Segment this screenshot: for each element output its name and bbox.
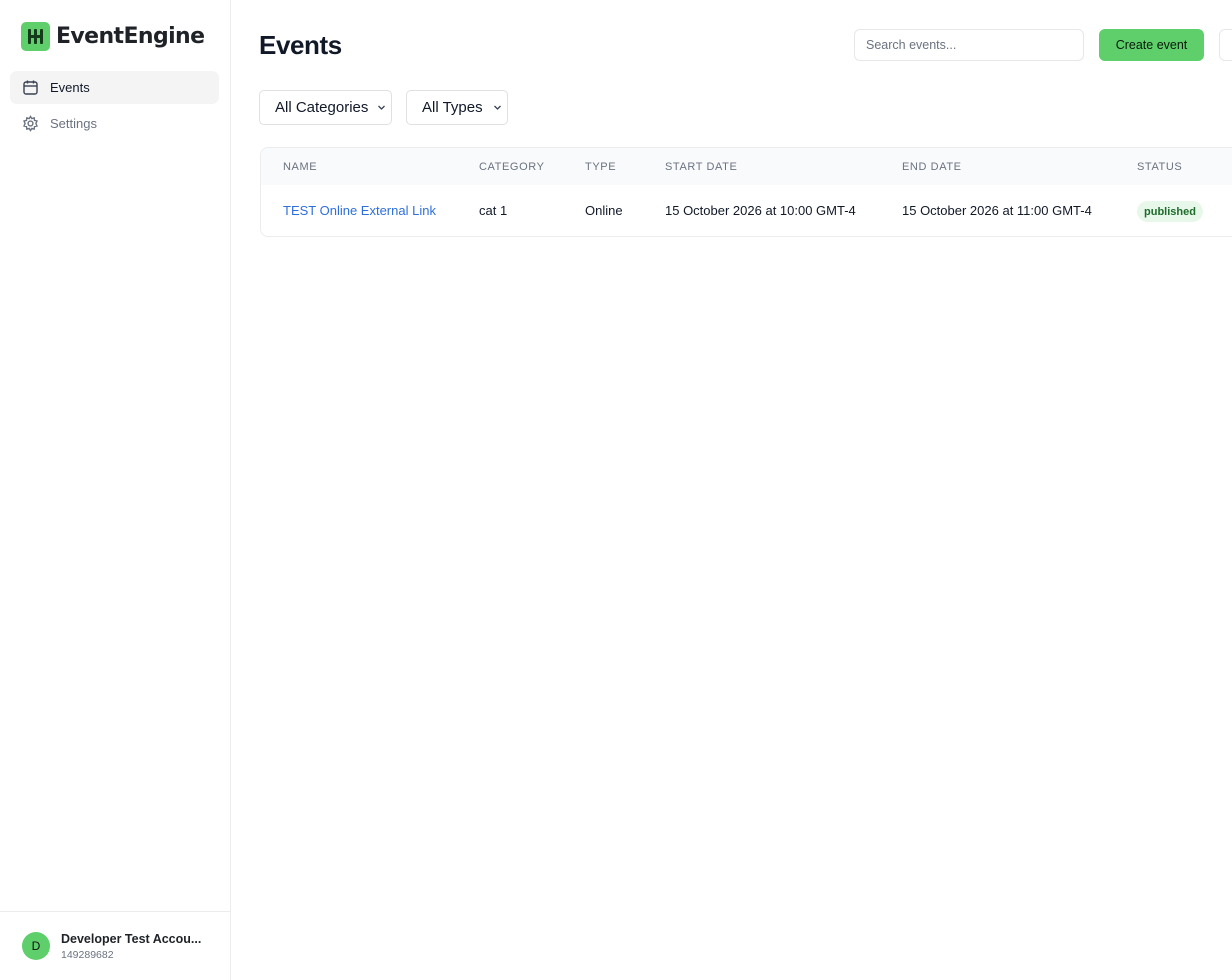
account-id: 149289682: [61, 948, 114, 961]
column-header-category[interactable]: CATEGORY: [479, 161, 545, 173]
sidebar-item-settings[interactable]: Settings: [10, 107, 219, 140]
sidebar-item-label: Events: [50, 80, 90, 95]
chevron-down-icon: [377, 103, 386, 112]
create-event-button[interactable]: Create event: [1099, 29, 1204, 61]
brand-logo-icon: [21, 21, 50, 51]
brand-name: EventEngine: [56, 23, 205, 49]
app: EventEngine Events Settings D Developer …: [0, 0, 1232, 980]
column-header-name[interactable]: NAME: [283, 161, 317, 173]
event-category: cat 1: [479, 203, 508, 218]
event-start-date: 15 October 2026 at 10:00 GMT-4: [665, 203, 856, 218]
account-info: Developer Test Accou... 149289682: [61, 932, 201, 961]
status-badge: published: [1137, 201, 1203, 222]
table-row[interactable]: TEST Online External Link cat 1 Online 1…: [261, 185, 1232, 236]
calendar-icon: [22, 79, 39, 96]
gear-icon: [22, 115, 39, 132]
chevron-down-icon: [493, 103, 502, 112]
category-filter-select[interactable]: All Categories: [259, 90, 392, 125]
more-button[interactable]: [1219, 29, 1232, 61]
sidebar-item-events[interactable]: Events: [10, 71, 219, 104]
account-switcher[interactable]: D Developer Test Accou... 149289682: [0, 911, 230, 980]
event-end-date: 15 October 2026 at 11:00 GMT-4: [902, 203, 1092, 218]
type-filter-select[interactable]: All Types: [406, 90, 508, 125]
table-header: NAME CATEGORY TYPE START DATE END DATE S…: [261, 148, 1232, 185]
column-header-status[interactable]: STATUS: [1137, 161, 1182, 173]
sidebar-item-label: Settings: [50, 116, 97, 131]
event-name-link[interactable]: TEST Online External Link: [283, 203, 436, 218]
category-filter-value: All Categories: [275, 99, 369, 116]
type-filter-value: All Types: [422, 99, 483, 116]
column-header-start-date[interactable]: START DATE: [665, 161, 737, 173]
search-input[interactable]: [854, 29, 1084, 61]
events-table: NAME CATEGORY TYPE START DATE END DATE S…: [260, 147, 1232, 237]
event-type: Online: [585, 203, 623, 218]
sidebar: EventEngine Events Settings D Developer …: [0, 0, 231, 980]
account-name: Developer Test Accou...: [61, 931, 202, 946]
sidebar-nav: Events Settings: [10, 71, 219, 143]
brand[interactable]: EventEngine: [21, 21, 205, 51]
page-title: Events: [259, 30, 342, 60]
column-header-end-date[interactable]: END DATE: [902, 161, 962, 173]
avatar: D: [22, 932, 50, 960]
column-header-type[interactable]: TYPE: [585, 161, 616, 173]
